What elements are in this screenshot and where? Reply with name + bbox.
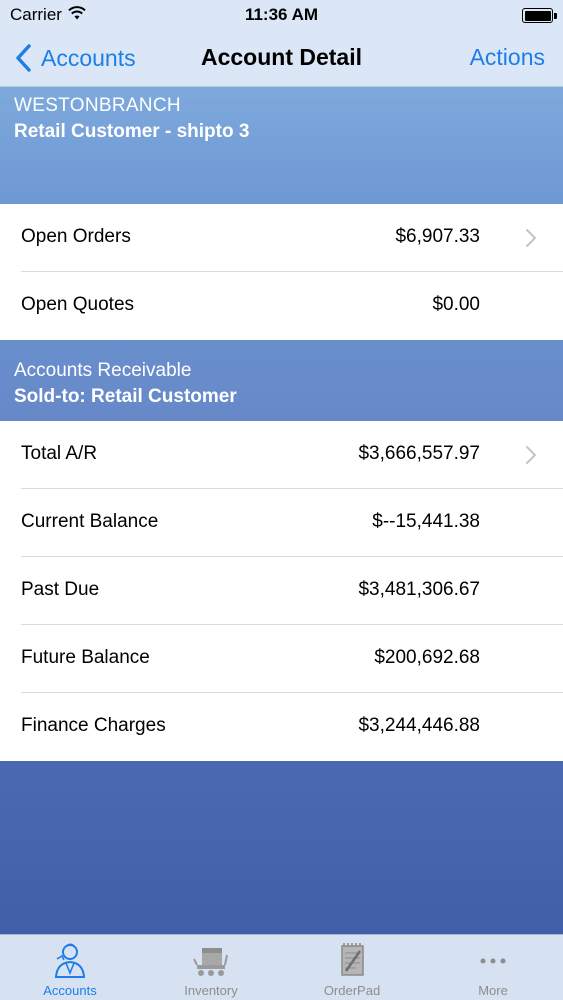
navigation-bar: Accounts Account Detail Actions — [0, 30, 563, 86]
table-row-open-orders[interactable]: Open Orders $6,907.33 — [0, 204, 563, 272]
actions-button[interactable]: Actions — [470, 44, 545, 71]
receivables-group: Total A/R $3,666,557.97 Current Balance … — [0, 421, 563, 761]
more-icon — [480, 958, 506, 964]
tab-more[interactable]: More — [423, 935, 563, 1000]
tab-inventory[interactable]: Inventory — [141, 935, 281, 1000]
orderpad-icon — [341, 943, 364, 976]
table-row-total-ar[interactable]: Total A/R $3,666,557.97 — [0, 421, 563, 489]
table-row-current-balance[interactable]: Current Balance $--15,441.38 — [0, 489, 563, 557]
top-bar: Carrier 11:36 AM Accounts Account Detail… — [0, 0, 563, 87]
row-label: Open Orders — [21, 226, 131, 247]
row-label: Current Balance — [21, 511, 159, 532]
row-label: Past Due — [21, 579, 100, 600]
tab-orderpad[interactable]: OrderPad — [282, 935, 422, 1000]
table-row-finance-charges[interactable]: Finance Charges $3,244,446.88 — [0, 693, 563, 761]
row-label: Finance Charges — [21, 715, 166, 736]
receivable-header: Accounts Receivable Sold-to: Retail Cust… — [0, 340, 563, 421]
battery-icon — [522, 8, 557, 23]
sold-to-label: Sold-to: Retail Customer — [14, 386, 237, 407]
row-value: $6,907.33 — [395, 226, 480, 247]
orders-group: Open Orders $6,907.33 Open Quotes $0.00 — [0, 204, 563, 340]
tab-label: OrderPad — [323, 983, 381, 998]
chevron-left-icon — [16, 44, 31, 72]
back-button-label: Accounts — [41, 44, 136, 71]
row-value: $3,481,306.67 — [358, 579, 480, 600]
row-value: $--15,441.38 — [372, 511, 480, 532]
branch-name: WESTONBRANCH — [14, 95, 181, 116]
table-row-past-due[interactable]: Past Due $3,481,306.67 — [0, 557, 563, 625]
row-value: $3,244,446.88 — [358, 715, 480, 736]
row-value: $200,692.68 — [374, 647, 480, 668]
tab-accounts[interactable]: Accounts — [0, 935, 140, 1000]
row-label: Total A/R — [21, 443, 98, 464]
table-row-future-balance[interactable]: Future Balance $200,692.68 — [0, 625, 563, 693]
customer-name: Retail Customer - shipto 3 — [14, 121, 250, 142]
tab-bar: Accounts Inventory OrderPad More — [0, 934, 563, 1000]
row-label: Open Quotes — [21, 294, 135, 315]
tab-label: Accounts — [43, 983, 97, 998]
tab-label: More — [478, 983, 508, 998]
table-row-open-quotes[interactable]: Open Quotes $0.00 — [0, 272, 563, 340]
status-time: 11:36 AM — [244, 5, 319, 24]
inventory-icon — [193, 948, 228, 976]
chevron-right-icon — [526, 229, 536, 247]
row-value: $3,666,557.97 — [358, 443, 480, 464]
chevron-right-icon — [526, 446, 536, 464]
accounts-icon — [54, 943, 86, 978]
account-header: WESTONBRANCH Retail Customer - shipto 3 — [0, 87, 563, 204]
row-label: Future Balance — [21, 647, 150, 668]
status-bar: Carrier 11:36 AM — [0, 0, 563, 30]
tab-label: Inventory — [184, 983, 238, 998]
back-button[interactable]: Accounts — [14, 40, 136, 76]
row-value: $0.00 — [432, 294, 480, 315]
receivable-title: Accounts Receivable — [14, 360, 192, 381]
